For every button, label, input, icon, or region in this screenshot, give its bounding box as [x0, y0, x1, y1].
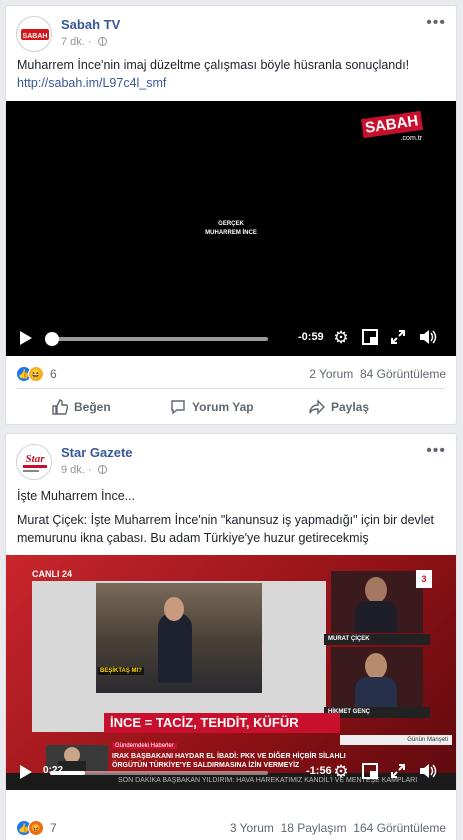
time-remaining: -1:56: [306, 765, 332, 777]
post-text-line2: Murat Çiçek: İşte Muharrem İnce'nin "kan…: [17, 513, 434, 527]
timestamp[interactable]: 7 dk.: [61, 36, 85, 48]
like-button[interactable]: Beğen: [52, 399, 111, 415]
settings-gear-icon[interactable]: ⚙: [332, 329, 350, 347]
inset-video: BEŞİKTAŞ MI?: [96, 583, 262, 693]
like-icon: [52, 399, 69, 415]
timestamp[interactable]: 9 dk.: [61, 464, 85, 476]
guest2-video: [331, 647, 423, 707]
guest1-name: MURAT ÇİÇEK: [324, 634, 430, 645]
reaction-count[interactable]: 7: [50, 821, 57, 835]
globe-icon: [97, 465, 107, 474]
inset-caption: BEŞİKTAŞ MI?: [98, 667, 144, 675]
post-header: Star Star Gazete 9 dk. · •••: [6, 434, 456, 484]
shares-count[interactable]: 18 Paylaşım: [281, 821, 347, 835]
play-icon[interactable]: [20, 765, 32, 779]
page-name[interactable]: Star Gazete: [61, 445, 133, 460]
time-remaining: -0:59: [298, 331, 324, 343]
post-card-star: Star Star Gazete 9 dk. · ••• İşte Muharr…: [5, 433, 457, 840]
post-stats: 👍 😡 7 3 Yorum 18 Paylaşım 164 Görüntülem…: [6, 812, 456, 840]
comments-count[interactable]: 3 Yorum: [230, 821, 274, 835]
sabah-logo-icon: SABAH: [21, 29, 49, 40]
globe-icon: [97, 37, 107, 46]
like-label: Beğen: [74, 400, 111, 414]
post-text-line3: memurunu ikna çabası. Bu adam Türkiye'ye…: [17, 531, 369, 545]
share-icon: [309, 399, 325, 415]
reaction-count[interactable]: 6: [50, 367, 57, 381]
post-time[interactable]: 9 dk. ·: [61, 464, 107, 476]
volume-icon[interactable]: [419, 763, 437, 781]
video-controls: 0:22 -1:56 ⚙: [6, 754, 456, 790]
video-overlay-text: GERÇEK MUHARREM İNCE: [205, 221, 257, 236]
pip-icon[interactable]: [361, 329, 379, 347]
seek-bar[interactable]: [50, 337, 268, 341]
comment-icon: [171, 400, 185, 415]
page-name[interactable]: Sabah TV: [61, 17, 120, 32]
video-watermark: SABAH .com.tr: [360, 110, 424, 151]
fullscreen-icon[interactable]: [389, 763, 407, 781]
volume-icon[interactable]: [419, 329, 437, 347]
post-stats: 👍 😆 6 2 Yorum 84 Görüntüleme: [6, 358, 456, 388]
channel-logo: CANLI 24: [32, 569, 73, 579]
channel-number-badge: 3: [416, 570, 432, 588]
post-actions: Beğen Yorum Yap Paylaş: [17, 388, 445, 424]
post-time[interactable]: 7 dk. ·: [61, 36, 107, 48]
time-elapsed: 0:22: [43, 765, 64, 776]
post-header: SABAH Sabah TV 7 dk. · •••: [6, 6, 456, 56]
segment-label: Günün Manşeti: [340, 735, 452, 745]
headline-banner: İNCE = TACİZ, TEHDİT, KÜFÜR: [104, 713, 340, 733]
post-card-sabah: SABAH Sabah TV 7 dk. · ••• Muharrem İnce…: [5, 5, 457, 425]
more-options-icon[interactable]: •••: [426, 14, 446, 32]
post-link[interactable]: http://sabah.im/L97c4l_smf: [17, 74, 166, 92]
star-logo-icon: Star: [17, 445, 51, 479]
pip-icon[interactable]: [361, 763, 379, 781]
page-avatar[interactable]: Star: [16, 444, 52, 480]
comment-share-view-stats: 3 Yorum 18 Paylaşım 164 Görüntüleme: [230, 821, 446, 835]
ticker-label: Gündemdeki Haberler: [112, 743, 177, 749]
play-icon[interactable]: [20, 331, 32, 345]
share-button[interactable]: Paylaş: [309, 399, 369, 415]
speaker-figure: [158, 613, 192, 683]
comments-count[interactable]: 2 Yorum: [309, 367, 353, 381]
post-text: Muharrem İnce'nin imaj düzeltme çalışmas…: [17, 58, 410, 72]
page-avatar[interactable]: SABAH: [16, 16, 52, 52]
views-count: 164 Görüntüleme: [353, 821, 446, 835]
svg-text:SABAH: SABAH: [23, 33, 48, 40]
comment-button[interactable]: Yorum Yap: [170, 399, 254, 415]
fullscreen-icon[interactable]: [389, 329, 407, 347]
guest1-video: [331, 571, 423, 633]
views-count: 84 Görüntüleme: [359, 367, 446, 381]
speaker-head: [164, 597, 184, 621]
video-player[interactable]: CANLI 24 BEŞİKTAŞ MI? MURAT ÇİÇEK HİKMET…: [6, 555, 456, 790]
comment-view-stats: 2 Yorum 84 Görüntüleme: [309, 367, 446, 381]
more-options-icon[interactable]: •••: [426, 442, 446, 460]
settings-gear-icon[interactable]: ⚙: [332, 763, 350, 781]
comment-label: Yorum Yap: [192, 400, 254, 414]
share-label: Paylaş: [331, 400, 370, 414]
svg-text:Star: Star: [26, 453, 46, 465]
video-controls: -0:59 ⚙: [6, 320, 456, 356]
haha-reaction-icon: 😆: [28, 366, 44, 382]
angry-reaction-icon: 😡: [28, 820, 44, 836]
seek-handle[interactable]: [45, 332, 59, 346]
post-text-line1: İşte Muharrem İnce...: [17, 489, 136, 503]
video-player[interactable]: SABAH .com.tr GERÇEK MUHARREM İNCE -0:59…: [6, 101, 456, 356]
